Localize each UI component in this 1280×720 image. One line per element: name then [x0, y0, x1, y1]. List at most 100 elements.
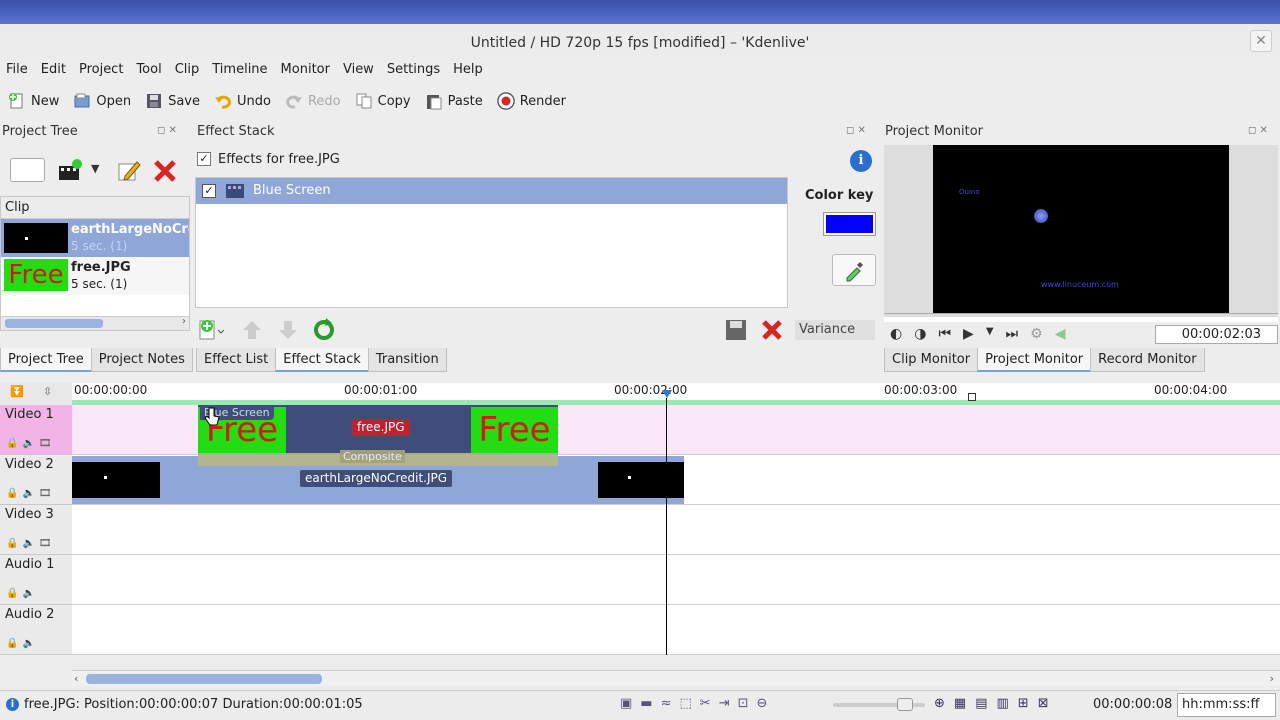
project-clip-earth[interactable]: earthLargeNoCre 5 sec. (1) [1, 219, 189, 257]
track-view-icon[interactable]: ▣ [620, 696, 632, 711]
copy-button[interactable]: Copy [355, 92, 411, 110]
zoom-fit-icon[interactable]: ⊡ [738, 696, 749, 711]
undo-button[interactable]: Undo [214, 92, 271, 110]
playhead-line[interactable] [666, 398, 667, 655]
seek-back-icon[interactable]: ◑ [914, 326, 926, 342]
tab-effect-list[interactable]: Effect List [196, 348, 277, 372]
save-button[interactable]: Save [145, 92, 200, 110]
add-color-clip-icon[interactable] [57, 158, 83, 184]
menu-help[interactable]: Help [453, 61, 483, 83]
previous-frame-icon[interactable]: ⏮ [938, 326, 951, 342]
color-key-swatch[interactable] [823, 212, 876, 236]
play-icon[interactable]: ▶ [963, 326, 974, 342]
menu-view[interactable]: View [343, 61, 374, 83]
settings-icon[interactable]: ⚙ [1030, 326, 1043, 342]
zone-marker[interactable] [968, 393, 976, 401]
effect-item-blue-screen[interactable]: ✓ Blue Screen [196, 178, 787, 204]
track-video-3[interactable] [72, 505, 1280, 555]
menu-edit[interactable]: Edit [41, 61, 66, 83]
paste-button[interactable]: Paste [425, 92, 483, 110]
zoom-out-icon[interactable]: ⊖ [757, 696, 768, 711]
scrollbar-thumb[interactable] [5, 319, 103, 328]
track-height-icon[interactable]: ⇳ [43, 385, 52, 398]
menu-timeline[interactable]: Timeline [212, 61, 267, 83]
show-markers-icon[interactable]: ▥ [997, 696, 1009, 711]
open-button[interactable]: Open [73, 92, 131, 110]
track-header-audio-2[interactable]: Audio 2 🔒🔈 [0, 605, 72, 655]
ripple-icon[interactable]: ⊠ [1038, 696, 1049, 711]
split-audio-icon[interactable]: ▦ [954, 696, 966, 711]
monitor-timecode[interactable]: 00:00:02:03 [1155, 325, 1278, 344]
delete-effect-icon[interactable] [760, 318, 784, 342]
color-picker-button[interactable] [832, 254, 876, 286]
menu-settings[interactable]: Settings [387, 61, 440, 83]
info-icon[interactable]: i [850, 150, 872, 172]
reset-effect-icon[interactable] [312, 318, 336, 342]
project-monitor-dock-icons[interactable]: ◻ ✕ [1248, 125, 1268, 136]
zoom-slider-handle[interactable] [897, 698, 913, 711]
redo-button[interactable]: Redo [285, 92, 341, 110]
composite-transition[interactable]: Composite [198, 450, 558, 466]
tab-effect-stack[interactable]: Effect Stack [275, 348, 369, 372]
select-tool-icon[interactable]: ⬚ [680, 696, 692, 711]
timeline-ruler[interactable]: 00:00:00:00 00:00:01:00 00:00:02:00 00:0… [72, 383, 1280, 405]
menu-file[interactable]: File [6, 61, 28, 83]
track-header-video-1[interactable]: Video 1 🔒🔈🎞 [0, 405, 72, 455]
tab-record-monitor[interactable]: Record Monitor [1090, 348, 1205, 372]
track-header-video-2[interactable]: Video 2 🔒🔈🎞 [0, 455, 72, 505]
volume-icon[interactable]: ◀ [1055, 326, 1066, 342]
track-header-video-3[interactable]: Video 3 🔒🔈🎞 [0, 505, 72, 555]
monitor-video[interactable]: Ouino www.linuceum.com [933, 145, 1229, 313]
zoom-fit-icon[interactable]: ⏬ [10, 385, 24, 398]
tab-project-notes[interactable]: Project Notes [90, 348, 193, 372]
track-audio-2[interactable] [72, 605, 1280, 655]
menu-clip[interactable]: Clip [175, 61, 200, 83]
delete-clip-icon[interactable] [152, 158, 178, 184]
project-clip-free[interactable]: Free free.JPG 5 sec. (1) [1, 257, 189, 295]
zoom-slider[interactable] [833, 698, 925, 711]
spacer-tool-icon[interactable]: ⇥ [719, 696, 730, 711]
chevron-down-icon[interactable]: ▼ [986, 326, 994, 342]
thumbnail-icon[interactable]: ▬ [640, 696, 652, 711]
save-effect-icon[interactable] [724, 318, 748, 342]
tab-project-tree[interactable]: Project Tree [0, 348, 92, 372]
close-icon[interactable]: ✕ [1250, 30, 1272, 52]
move-up-icon[interactable] [240, 318, 264, 342]
tab-project-monitor[interactable]: Project Monitor [977, 348, 1092, 372]
track-controls-icons[interactable]: 🔒🔈🎞 [6, 488, 56, 499]
project-tree-dock-icons[interactable]: ◻ ✕ [157, 125, 177, 136]
track-controls-icons[interactable]: 🔒🔈🎞 [6, 438, 56, 449]
track-header-audio-1[interactable]: Audio 1 🔒🔈 [0, 555, 72, 605]
rewind-icon[interactable]: ◐ [890, 326, 902, 342]
track-audio-1[interactable] [72, 555, 1280, 605]
timeline-clip-free[interactable]: Free Free free.JPG Blue Screen [198, 405, 558, 455]
chevron-right-icon[interactable]: › [182, 316, 186, 327]
monitor-ruler[interactable] [884, 313, 1278, 322]
razor-tool-icon[interactable]: ✂ [700, 696, 711, 711]
menu-project[interactable]: Project [79, 61, 123, 83]
chevron-right-icon[interactable]: › [1270, 672, 1274, 685]
move-down-icon[interactable] [276, 318, 300, 342]
effect-enable-checkbox[interactable]: ✓ [202, 184, 216, 198]
next-frame-icon[interactable]: ⏭ [1006, 326, 1019, 342]
menu-tool[interactable]: Tool [136, 61, 161, 83]
effect-stack-dock-icons[interactable]: ◻ ✕ [846, 125, 866, 136]
track-controls-icons[interactable]: 🔒🔈 [6, 588, 39, 599]
chevron-left-icon[interactable]: ‹ [74, 672, 78, 685]
chevron-down-icon[interactable]: ▼ [91, 162, 99, 175]
tab-transition[interactable]: Transition [367, 348, 447, 372]
add-effect-icon[interactable] [198, 318, 226, 342]
scrollbar-thumb[interactable] [86, 674, 322, 684]
horizontal-scrollbar[interactable]: › [1, 316, 189, 330]
timecode-format-select[interactable]: hh:mm:ss:ff [1177, 693, 1276, 717]
track-controls-icons[interactable]: 🔒🔈🎞 [6, 538, 56, 549]
effects-enable-checkbox[interactable]: ✓ [197, 152, 211, 166]
menu-monitor[interactable]: Monitor [281, 61, 330, 83]
timeline-scrollbar[interactable]: ‹ › [72, 670, 1280, 686]
edit-clip-icon[interactable] [117, 158, 143, 184]
new-button[interactable]: New [8, 92, 59, 110]
track-controls-icons[interactable]: 🔒🔈 [6, 638, 39, 649]
render-button[interactable]: Render [496, 92, 566, 110]
tab-clip-monitor[interactable]: Clip Monitor [884, 348, 979, 372]
zoom-in-icon[interactable]: ⊕ [934, 696, 945, 711]
